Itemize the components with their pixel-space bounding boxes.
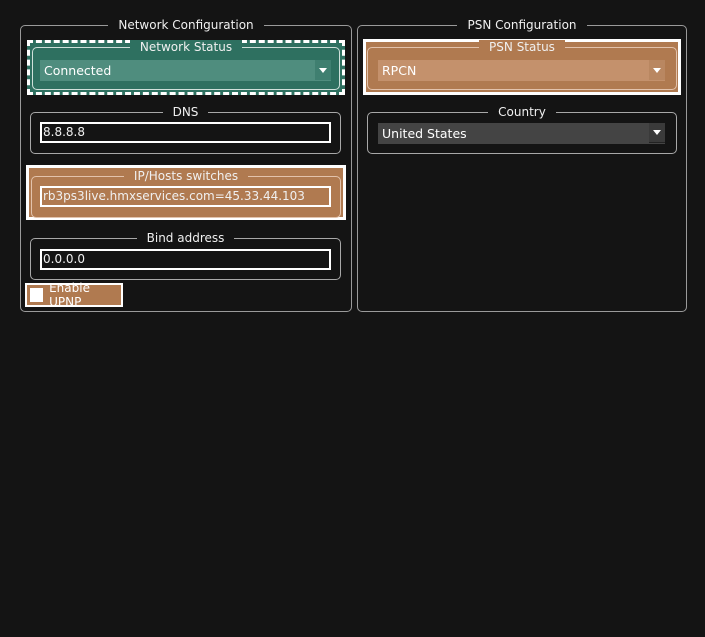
chevron-down-icon[interactable] — [649, 60, 665, 80]
ip-hosts-label: IP/Hosts switches — [123, 169, 249, 183]
ip-hosts-input[interactable]: rb3ps3live.hmxservices.com=45.33.44.103 — [40, 186, 331, 207]
chevron-down-icon[interactable] — [315, 60, 331, 80]
psn-status-highlight: PSN Status RPCN — [363, 39, 681, 95]
psn-configuration-title: PSN Configuration — [457, 18, 587, 32]
bind-address-input[interactable]: 0.0.0.0 — [40, 249, 331, 270]
checkbox-icon[interactable] — [30, 288, 44, 302]
network-status-highlight: Network Status Connected — [27, 40, 345, 95]
country-value: United States — [382, 126, 467, 141]
enable-upnp-label: Enable UPNP — [49, 281, 90, 309]
network-status-label: Network Status — [129, 40, 243, 54]
enable-upnp-checkbox[interactable]: Enable UPNP — [25, 281, 123, 309]
chevron-down-icon[interactable] — [649, 123, 665, 143]
network-status-value: Connected — [44, 63, 112, 78]
network-configuration-title: Network Configuration — [108, 18, 264, 32]
country-combobox[interactable]: United States — [378, 123, 665, 144]
psn-status-value: RPCN — [382, 63, 417, 78]
dns-input[interactable]: 8.8.8.8 — [40, 122, 331, 143]
ip-hosts-highlight: IP/Hosts switches rb3ps3live.hmxservices… — [26, 165, 346, 220]
psn-status-combobox[interactable]: RPCN — [378, 60, 665, 81]
network-status-combobox[interactable]: Connected — [40, 60, 331, 81]
psn-status-label: PSN Status — [479, 40, 565, 54]
